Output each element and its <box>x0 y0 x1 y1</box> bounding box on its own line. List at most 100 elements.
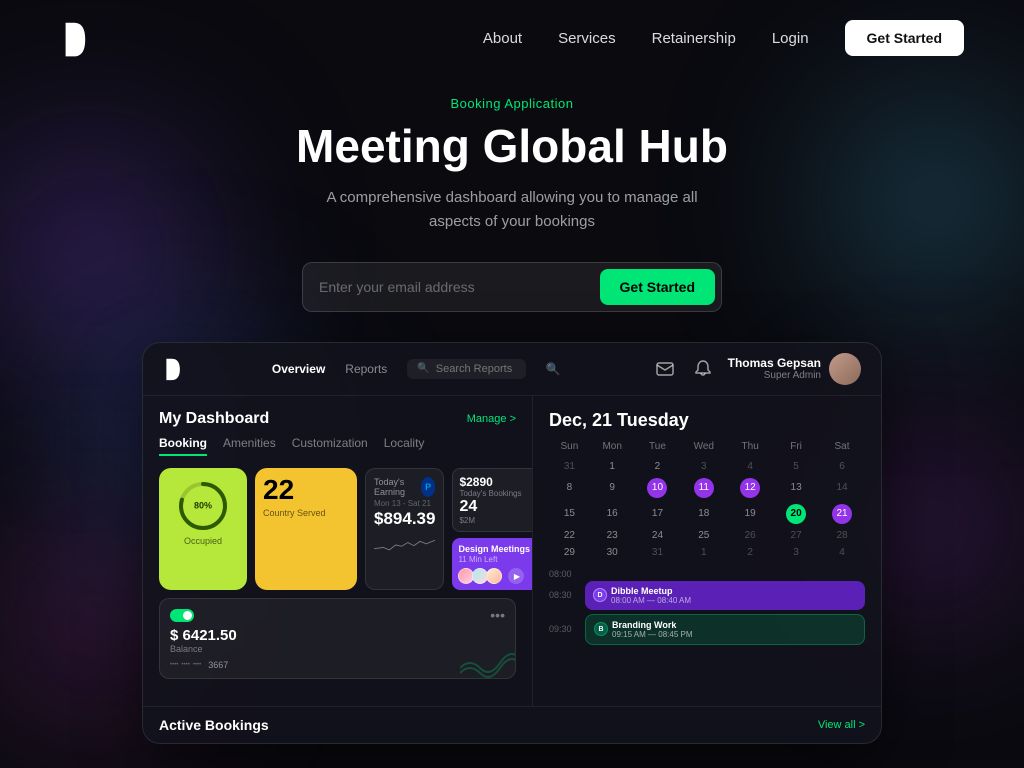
nav-about[interactable]: About <box>483 30 522 47</box>
bell-icon[interactable] <box>690 356 716 382</box>
cal-cell[interactable]: 3 <box>773 544 819 561</box>
dash-topbar: Overview Reports 🔍 🔍 <box>143 343 881 396</box>
cal-today-21[interactable]: 21 <box>832 504 852 524</box>
cal-cell[interactable]: 17 <box>635 501 681 527</box>
cal-today-20[interactable]: 20 <box>786 504 806 524</box>
cal-cell[interactable]: 29 <box>549 544 590 561</box>
cal-cell[interactable]: 15 <box>549 501 590 527</box>
tab-booking[interactable]: Booking <box>159 436 207 456</box>
cal-cell[interactable]: 6 <box>819 458 865 475</box>
manage-link[interactable]: Manage > <box>467 413 516 425</box>
cal-header-mon: Mon <box>590 441 635 458</box>
cal-cell[interactable]: 3 <box>680 458 727 475</box>
cal-cell[interactable]: 31 <box>635 544 681 561</box>
cal-cell[interactable]: 12 <box>727 475 773 501</box>
cal-cell[interactable]: 10 <box>635 475 681 501</box>
dash-bottom-bar: Active Bookings View all > <box>143 706 881 743</box>
cal-header-sat: Sat <box>819 441 865 458</box>
cal-cell[interactable]: 2 <box>635 458 681 475</box>
cal-cell[interactable]: 27 <box>773 527 819 544</box>
cal-cell[interactable]: 9 <box>590 475 635 501</box>
mail-icon[interactable] <box>652 356 678 382</box>
cal-cell[interactable]: 28 <box>819 527 865 544</box>
balance-menu-icon[interactable]: ••• <box>490 607 505 623</box>
view-all-link[interactable]: View all > <box>818 719 865 731</box>
hero-cta-button[interactable]: Get Started <box>600 269 715 305</box>
hero-email-input[interactable] <box>319 279 600 295</box>
revenue-amount: $2890 <box>459 475 533 489</box>
search-icon-standalone[interactable]: 🔍 <box>546 362 561 376</box>
cal-cell[interactable]: 26 <box>727 527 773 544</box>
design-meetings-card: Design Meetings 11 Min Left ▶ <box>452 538 533 591</box>
cal-cell[interactable]: 4 <box>727 458 773 475</box>
balance-wave <box>460 638 516 678</box>
cal-cell[interactable]: 23 <box>590 527 635 544</box>
nav-retainership[interactable]: Retainership <box>652 30 736 47</box>
cal-highlighted-10[interactable]: 10 <box>647 478 667 498</box>
cal-cell[interactable]: 1 <box>590 458 635 475</box>
cal-cell[interactable]: 5 <box>773 458 819 475</box>
nav-links: About Services Retainership Login Get St… <box>483 20 964 56</box>
occupied-percent-text: 80% <box>194 500 212 511</box>
nav-login[interactable]: Login <box>772 30 809 47</box>
nav-get-started-button[interactable]: Get Started <box>845 20 964 56</box>
revenue-bookings: 24 <box>459 498 533 516</box>
cal-cell[interactable]: 18 <box>680 501 727 527</box>
cal-cell[interactable]: 16 <box>590 501 635 527</box>
revenue-bookings-label: Today's Bookings <box>459 489 533 498</box>
cal-cell[interactable]: 25 <box>680 527 727 544</box>
nav-services[interactable]: Services <box>558 30 616 47</box>
dash-nav: Overview Reports 🔍 🔍 <box>272 359 561 379</box>
balance-toggle[interactable] <box>170 609 194 622</box>
branding-work-time: 09:15 AM — 08:45 PM <box>612 630 693 639</box>
cal-highlighted-11[interactable]: 11 <box>694 478 714 498</box>
dash-user-role: Super Admin <box>728 370 821 381</box>
cal-highlighted-12[interactable]: 12 <box>740 478 760 498</box>
occupied-progress: 80% <box>177 480 229 532</box>
cal-cell[interactable]: 13 <box>773 475 819 501</box>
earning-amount: $894.39 <box>374 509 435 529</box>
cal-cell[interactable]: 31 <box>549 458 590 475</box>
cal-cell[interactable]: 24 <box>635 527 681 544</box>
brand-logo <box>60 20 88 56</box>
tab-amenities[interactable]: Amenities <box>223 436 276 456</box>
search-icon: 🔍 <box>417 363 429 374</box>
cal-cell[interactable]: 30 <box>590 544 635 561</box>
calendar-grid: Sun Mon Tue Wed Thu Fri Sat 31 <box>549 441 865 561</box>
branding-work-title: Branding Work <box>612 620 693 630</box>
dash-user-name-text: Thomas Gepsan <box>728 356 821 370</box>
tab-locality[interactable]: Locality <box>384 436 425 456</box>
cal-cell[interactable]: 21 <box>819 501 865 527</box>
avatar <box>829 353 861 385</box>
cal-cell[interactable]: 19 <box>727 501 773 527</box>
dm-play-button[interactable]: ▶ <box>508 568 524 584</box>
cal-cell[interactable]: 11 <box>680 475 727 501</box>
balance-label: Balance <box>170 644 505 654</box>
design-meetings-subtitle: 11 Min Left <box>458 555 533 564</box>
cal-header-tue: Tue <box>635 441 681 458</box>
tab-customization[interactable]: Customization <box>292 436 368 456</box>
balance-card: ••• $ 6421.50 Balance •••• •••• •••• 366… <box>159 598 516 679</box>
navbar: About Services Retainership Login Get St… <box>0 0 1024 76</box>
active-bookings-title: Active Bookings <box>159 717 269 733</box>
occupied-label: Occupied <box>165 536 241 546</box>
revenue-total: $2M <box>459 516 533 525</box>
time-schedule: 08:00 08:30 D Dibble Meetup 08:00 AM — <box>549 569 865 645</box>
dash-nav-overview[interactable]: Overview <box>272 362 325 376</box>
hero-description: A comprehensive dashboard allowing you t… <box>302 186 722 234</box>
earning-chart <box>374 531 435 559</box>
dash-search-input[interactable] <box>436 363 516 375</box>
cal-cell[interactable]: 14 <box>819 475 865 501</box>
cal-cell[interactable]: 1 <box>680 544 727 561</box>
cal-cell[interactable]: 20 <box>773 501 819 527</box>
time-slot-0930: 09:30 <box>549 624 579 634</box>
dash-nav-reports[interactable]: Reports <box>345 362 387 376</box>
cal-cell[interactable]: 8 <box>549 475 590 501</box>
cal-cell[interactable]: 22 <box>549 527 590 544</box>
dashboard-preview: Overview Reports 🔍 🔍 <box>0 342 1024 768</box>
cal-cell[interactable]: 2 <box>727 544 773 561</box>
avatar-image <box>829 353 861 385</box>
cal-cell[interactable]: 4 <box>819 544 865 561</box>
earning-date: Mon 13 - Sat 21 <box>374 499 435 508</box>
dash-user-info: Thomas Gepsan Super Admin <box>728 353 861 385</box>
